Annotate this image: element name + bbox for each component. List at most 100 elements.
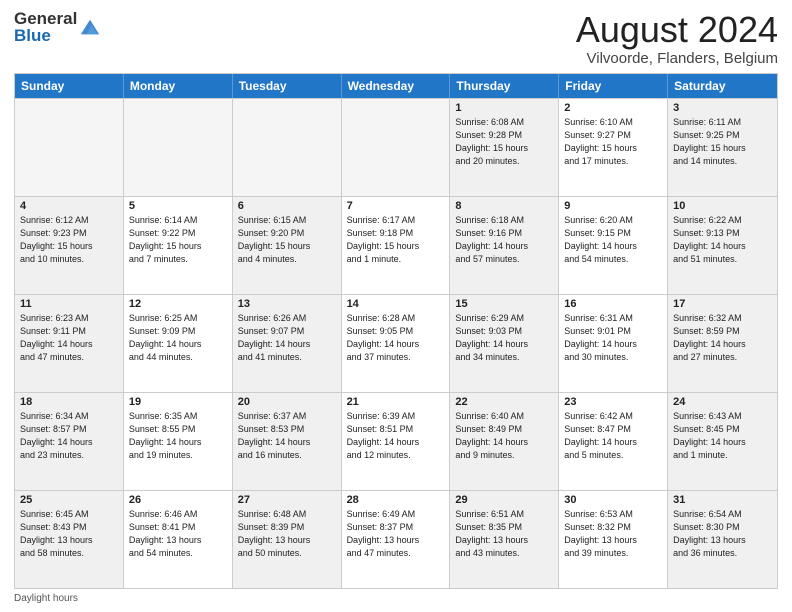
day-number: 22 <box>455 396 553 408</box>
logo-area: General Blue <box>14 10 101 44</box>
cal-cell: 24Sunrise: 6:43 AM Sunset: 8:45 PM Dayli… <box>668 393 777 490</box>
day-number: 14 <box>347 298 445 310</box>
cell-detail: Sunrise: 6:53 AM Sunset: 8:32 PM Dayligh… <box>564 508 662 560</box>
cal-cell: 2 Sunrise: 6:10 AM Sunset: 9:27 PM Daylig… <box>559 99 668 196</box>
cal-cell: 25 Sunrise: 6:45 AM Sunset: 8:43 PM Dayli… <box>15 491 124 588</box>
cal-header-cell: Sunday <box>15 74 124 98</box>
cell-detail: Sunrise: 6:32 AM Sunset: 8:59 PM Dayligh… <box>673 312 772 364</box>
cell-detail: Sunrise: 6:23 AM Sunset: 9:11 PM Dayligh… <box>20 312 118 364</box>
day-number: 8 <box>455 200 553 212</box>
cal-cell: 18Sunrise: 6:34 AM Sunset: 8:57 PM Dayli… <box>15 393 124 490</box>
cal-header-cell: Wednesday <box>342 74 451 98</box>
day-number: 1 <box>455 102 553 114</box>
day-number: 9 <box>564 200 662 212</box>
day-number: 21 <box>347 396 445 408</box>
day-number: 13 <box>238 298 336 310</box>
day-number: 31 <box>673 494 772 506</box>
cal-cell: 16Sunrise: 6:31 AM Sunset: 9:01 PM Dayli… <box>559 295 668 392</box>
header: General Blue August 2024 Vilvoorde, Flan… <box>14 10 778 67</box>
cal-cell <box>342 99 451 196</box>
cell-detail: Sunrise: 6:28 AM Sunset: 9:05 PM Dayligh… <box>347 312 445 364</box>
logo-general: General <box>14 10 77 27</box>
cal-header-cell: Thursday <box>450 74 559 98</box>
footer: Daylight hours <box>14 593 778 604</box>
cell-detail: Sunrise: 6:14 AM Sunset: 9:22 PM Dayligh… <box>129 214 227 266</box>
cal-cell: 11 Sunrise: 6:23 AM Sunset: 9:11 PM Dayli… <box>15 295 124 392</box>
cal-cell: 4 Sunrise: 6:12 AM Sunset: 9:23 PM Daylig… <box>15 197 124 294</box>
cal-cell <box>233 99 342 196</box>
cell-detail: Sunrise: 6:18 AM Sunset: 9:16 PM Dayligh… <box>455 214 553 266</box>
cal-cell: 26 Sunrise: 6:46 AM Sunset: 8:41 PM Dayli… <box>124 491 233 588</box>
cell-detail: Sunrise: 6:17 AM Sunset: 9:18 PM Dayligh… <box>347 214 445 266</box>
cell-detail: Sunrise: 6:15 AM Sunset: 9:20 PM Dayligh… <box>238 214 336 266</box>
daylight-label: Daylight hours <box>14 593 78 604</box>
page: General Blue August 2024 Vilvoorde, Flan… <box>0 0 792 612</box>
cell-detail: Sunrise: 6:46 AM Sunset: 8:41 PM Dayligh… <box>129 508 227 560</box>
cal-header-cell: Tuesday <box>233 74 342 98</box>
cal-cell: 3 Sunrise: 6:11 AM Sunset: 9:25 PM Daylig… <box>668 99 777 196</box>
cell-detail: Sunrise: 6:20 AM Sunset: 9:15 PM Dayligh… <box>564 214 662 266</box>
cell-detail: Sunrise: 6:37 AM Sunset: 8:53 PM Dayligh… <box>238 410 336 462</box>
cell-detail: Sunrise: 6:26 AM Sunset: 9:07 PM Dayligh… <box>238 312 336 364</box>
cal-cell: 15Sunrise: 6:29 AM Sunset: 9:03 PM Dayli… <box>450 295 559 392</box>
cell-detail: Sunrise: 6:54 AM Sunset: 8:30 PM Dayligh… <box>673 508 772 560</box>
day-number: 2 <box>564 102 662 114</box>
cell-detail: Sunrise: 6:11 AM Sunset: 9:25 PM Dayligh… <box>673 116 772 168</box>
title-area: August 2024 Vilvoorde, Flanders, Belgium <box>576 10 778 67</box>
month-title: August 2024 <box>576 10 778 50</box>
cal-cell: 13 Sunrise: 6:26 AM Sunset: 9:07 PM Dayli… <box>233 295 342 392</box>
cal-row: 1Sunrise: 6:08 AM Sunset: 9:28 PM Daylig… <box>15 98 777 196</box>
cal-cell: 5 Sunrise: 6:14 AM Sunset: 9:22 PM Daylig… <box>124 197 233 294</box>
calendar: SundayMondayTuesdayWednesdayThursdayFrid… <box>14 73 778 589</box>
day-number: 23 <box>564 396 662 408</box>
logo-blue: Blue <box>14 27 77 44</box>
cal-cell: 19Sunrise: 6:35 AM Sunset: 8:55 PM Dayli… <box>124 393 233 490</box>
day-number: 28 <box>347 494 445 506</box>
cell-detail: Sunrise: 6:10 AM Sunset: 9:27 PM Dayligh… <box>564 116 662 168</box>
cal-header-cell: Monday <box>124 74 233 98</box>
day-number: 5 <box>129 200 227 212</box>
day-number: 6 <box>238 200 336 212</box>
cal-cell: 6 Sunrise: 6:15 AM Sunset: 9:20 PM Daylig… <box>233 197 342 294</box>
cal-cell: 8 Sunrise: 6:18 AM Sunset: 9:16 PM Daylig… <box>450 197 559 294</box>
calendar-body: 1Sunrise: 6:08 AM Sunset: 9:28 PM Daylig… <box>15 98 777 588</box>
day-number: 11 <box>20 298 118 310</box>
cal-row: 11 Sunrise: 6:23 AM Sunset: 9:11 PM Dayli… <box>15 294 777 392</box>
location-title: Vilvoorde, Flanders, Belgium <box>576 50 778 67</box>
day-number: 29 <box>455 494 553 506</box>
cal-cell: 17Sunrise: 6:32 AM Sunset: 8:59 PM Dayli… <box>668 295 777 392</box>
day-number: 16 <box>564 298 662 310</box>
cal-row: 25 Sunrise: 6:45 AM Sunset: 8:43 PM Dayli… <box>15 490 777 588</box>
cell-detail: Sunrise: 6:48 AM Sunset: 8:39 PM Dayligh… <box>238 508 336 560</box>
day-number: 24 <box>673 396 772 408</box>
cell-detail: Sunrise: 6:45 AM Sunset: 8:43 PM Dayligh… <box>20 508 118 560</box>
cal-row: 18Sunrise: 6:34 AM Sunset: 8:57 PM Dayli… <box>15 392 777 490</box>
day-number: 27 <box>238 494 336 506</box>
day-number: 25 <box>20 494 118 506</box>
cal-cell: 22Sunrise: 6:40 AM Sunset: 8:49 PM Dayli… <box>450 393 559 490</box>
cal-cell: 29 Sunrise: 6:51 AM Sunset: 8:35 PM Dayli… <box>450 491 559 588</box>
cal-cell: 20Sunrise: 6:37 AM Sunset: 8:53 PM Dayli… <box>233 393 342 490</box>
cal-cell: 28Sunrise: 6:49 AM Sunset: 8:37 PM Dayli… <box>342 491 451 588</box>
day-number: 15 <box>455 298 553 310</box>
day-number: 30 <box>564 494 662 506</box>
day-number: 3 <box>673 102 772 114</box>
cell-detail: Sunrise: 6:12 AM Sunset: 9:23 PM Dayligh… <box>20 214 118 266</box>
day-number: 26 <box>129 494 227 506</box>
cell-detail: Sunrise: 6:39 AM Sunset: 8:51 PM Dayligh… <box>347 410 445 462</box>
cal-cell: 10Sunrise: 6:22 AM Sunset: 9:13 PM Dayli… <box>668 197 777 294</box>
cell-detail: Sunrise: 6:51 AM Sunset: 8:35 PM Dayligh… <box>455 508 553 560</box>
cal-cell: 30 Sunrise: 6:53 AM Sunset: 8:32 PM Dayli… <box>559 491 668 588</box>
cal-cell: 31 Sunrise: 6:54 AM Sunset: 8:30 PM Dayli… <box>668 491 777 588</box>
cal-cell <box>124 99 233 196</box>
cal-cell: 21 Sunrise: 6:39 AM Sunset: 8:51 PM Dayli… <box>342 393 451 490</box>
logo-icon <box>79 16 101 38</box>
cell-detail: Sunrise: 6:42 AM Sunset: 8:47 PM Dayligh… <box>564 410 662 462</box>
day-number: 18 <box>20 396 118 408</box>
cal-header-cell: Saturday <box>668 74 777 98</box>
day-number: 4 <box>20 200 118 212</box>
cal-header-cell: Friday <box>559 74 668 98</box>
cal-cell: 14 Sunrise: 6:28 AM Sunset: 9:05 PM Dayli… <box>342 295 451 392</box>
day-number: 10 <box>673 200 772 212</box>
calendar-header-row: SundayMondayTuesdayWednesdayThursdayFrid… <box>15 74 777 98</box>
